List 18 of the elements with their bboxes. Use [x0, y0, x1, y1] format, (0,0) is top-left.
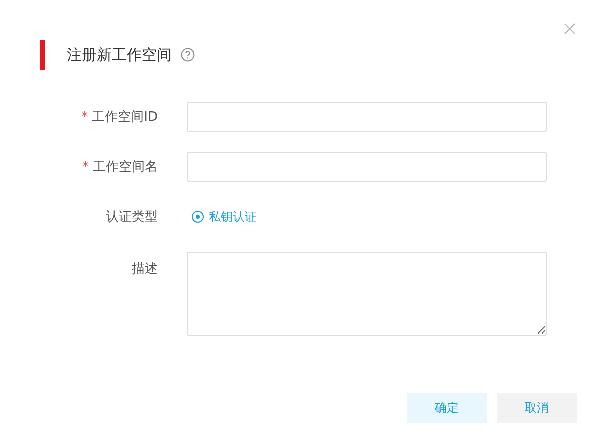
description-field[interactable] — [187, 252, 547, 336]
cancel-button[interactable]: 取消 — [497, 393, 577, 423]
field-label: 认证类型 — [106, 209, 158, 226]
required-mark: * — [82, 160, 89, 174]
radio-label: 私钥认证 — [209, 208, 257, 226]
dialog-title: 注册新工作空间 — [67, 46, 172, 64]
close-icon — [564, 23, 576, 35]
required-mark: * — [82, 110, 88, 124]
radio-option[interactable]: 私钥认证 — [192, 208, 257, 226]
field-label: 描述 — [132, 261, 158, 278]
help-icon[interactable] — [181, 48, 195, 62]
field-label: 工作空间名 — [93, 159, 158, 176]
input-field[interactable] — [187, 152, 547, 182]
accent-bar — [40, 40, 45, 70]
confirm-button[interactable]: 确定 — [407, 393, 487, 423]
close-button[interactable] — [562, 21, 578, 37]
input-field[interactable] — [187, 102, 547, 132]
field-label: 工作空间ID — [92, 109, 158, 126]
